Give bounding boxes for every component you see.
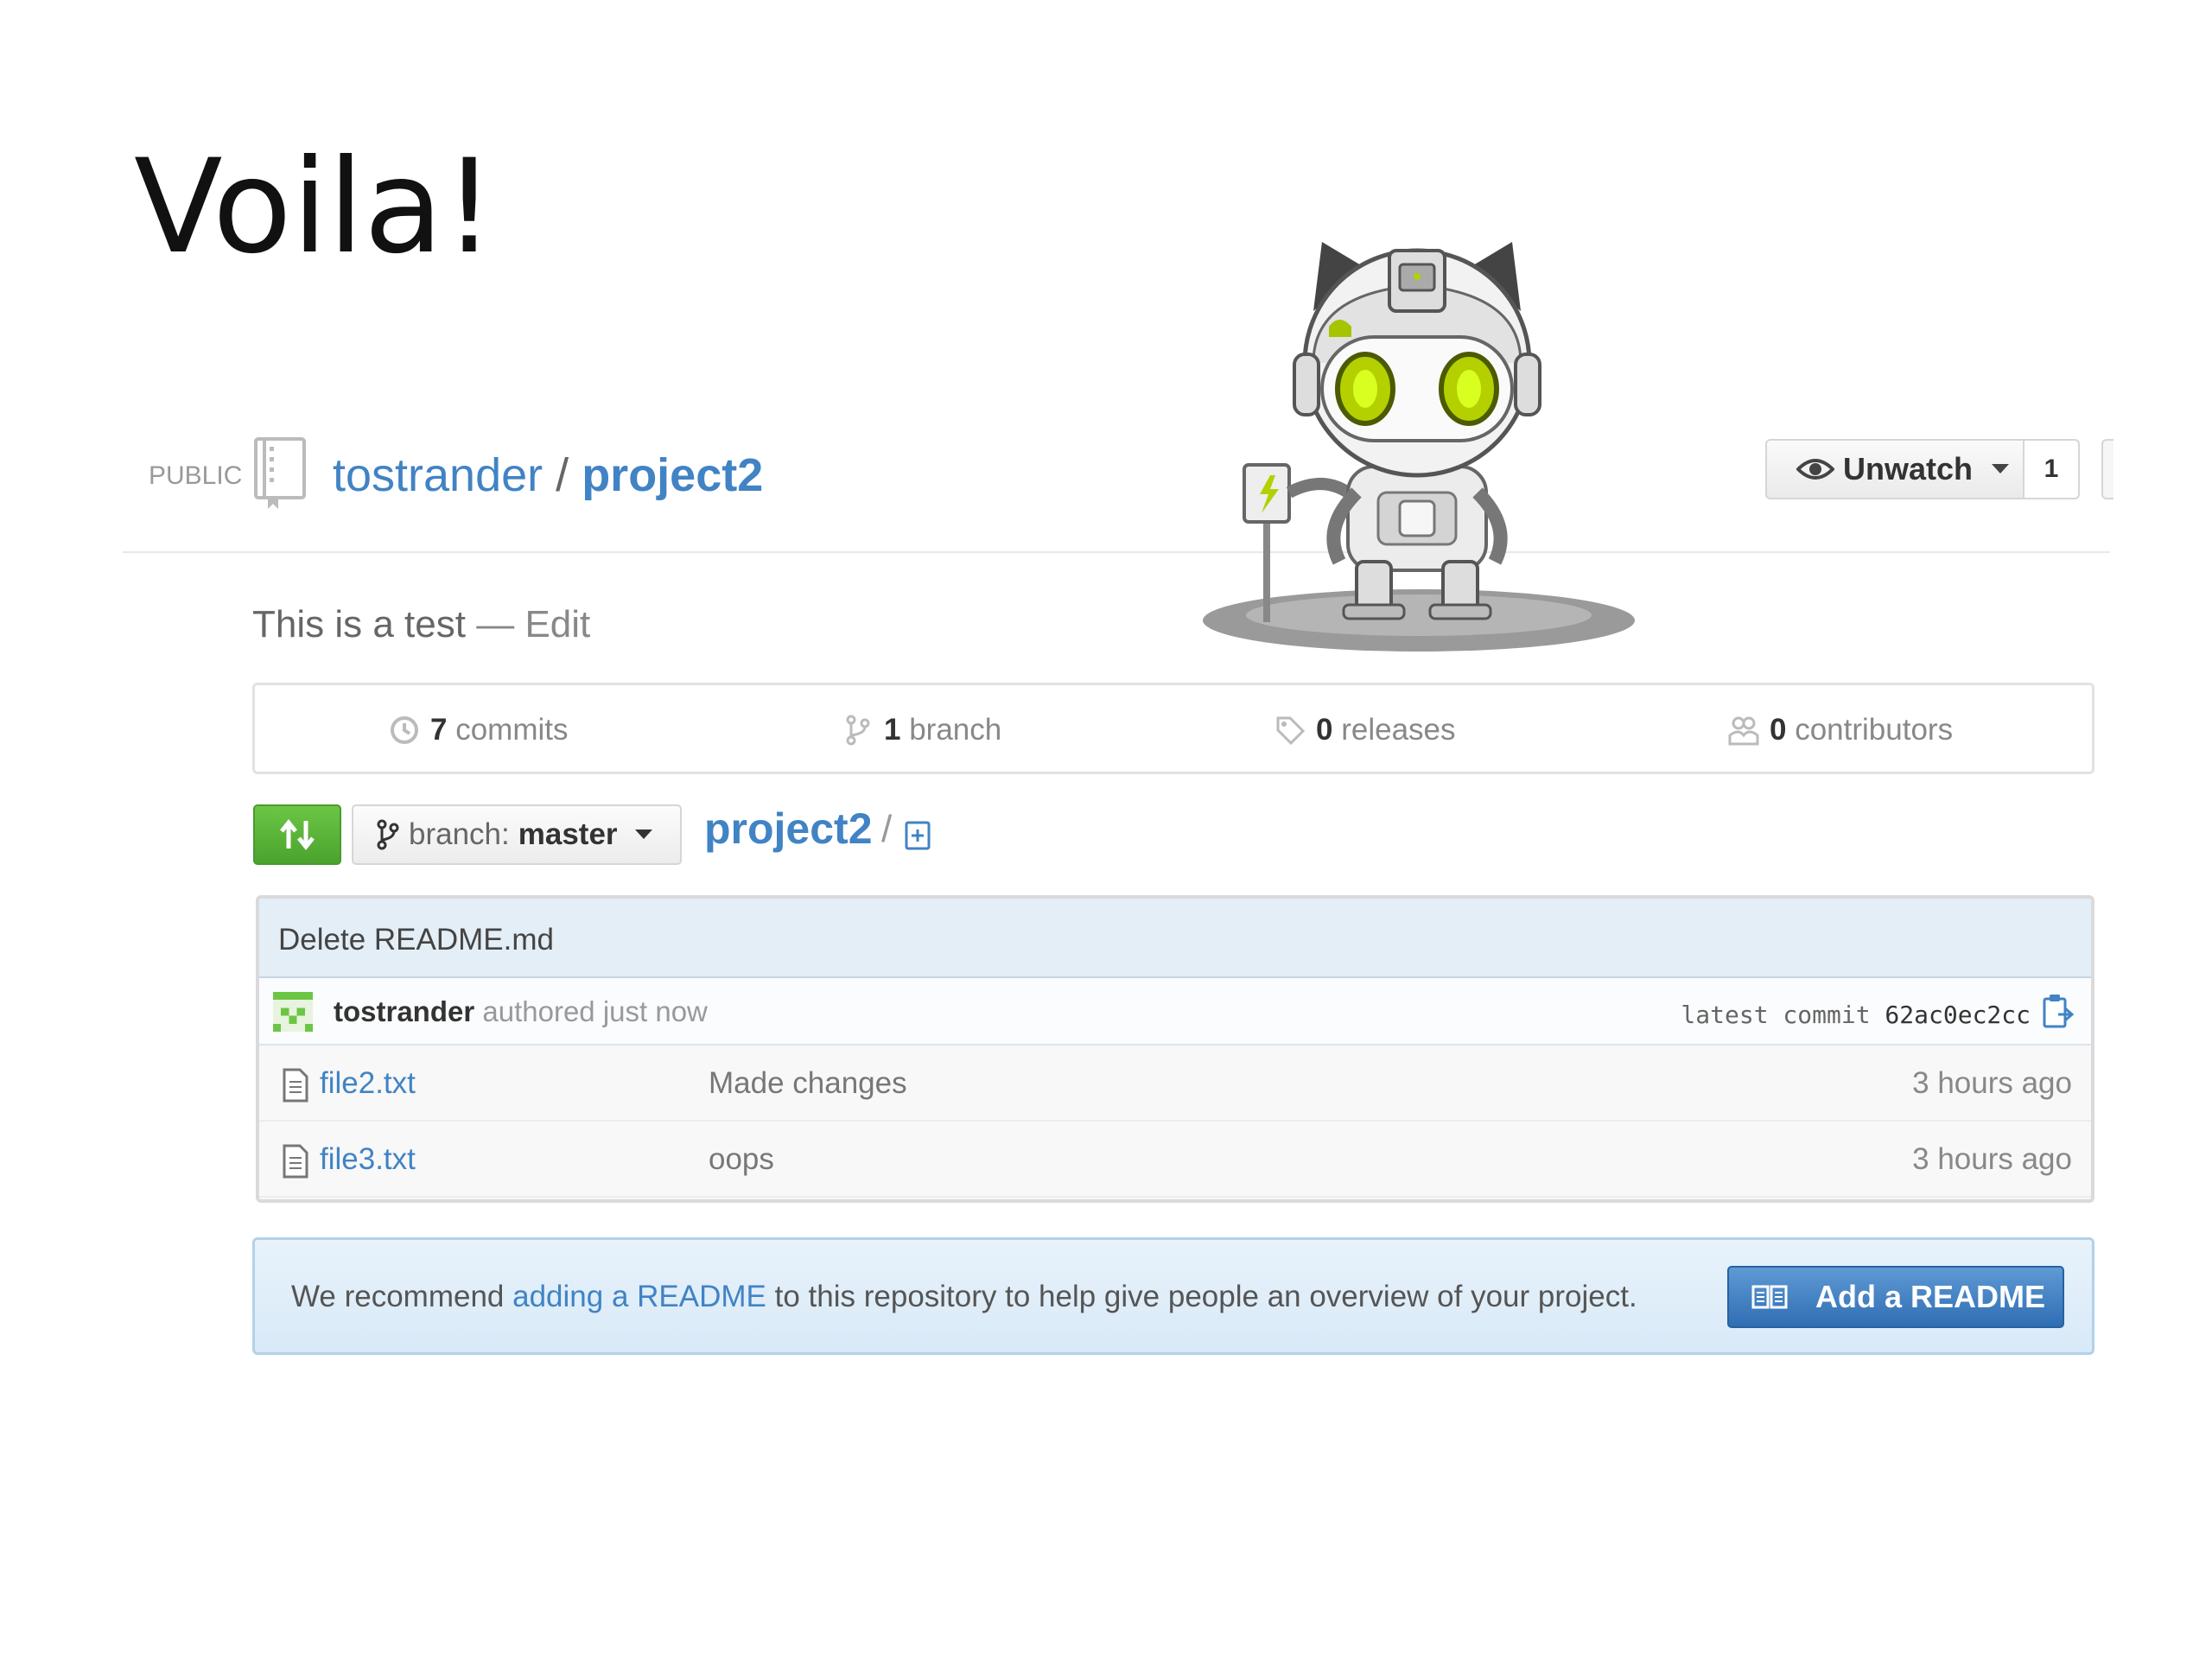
clipboard-icon[interactable] [2041, 992, 2074, 1030]
edit-description-link[interactable]: Edit [524, 603, 590, 645]
file-name-link[interactable]: file2.txt [320, 1066, 416, 1101]
compare-review-button[interactable] [253, 804, 341, 865]
branch-prefix: branch: [409, 817, 510, 851]
repo-path-separator: / [556, 449, 569, 501]
tag-icon [1276, 716, 1306, 746]
releases-count: 0 [1316, 713, 1333, 747]
repo-description: This is a test — Edit [252, 603, 590, 646]
unwatch-button[interactable]: Unwatch [1765, 439, 2024, 499]
path-root-link[interactable]: project2 [704, 804, 873, 854]
branches-stat[interactable]: 1 branch [842, 713, 1001, 747]
commits-label: commits [455, 713, 569, 747]
compare-icon [280, 818, 315, 851]
commit-author-line: tostrander authored just now [334, 995, 708, 1028]
commits-stat[interactable]: 7 commits [389, 713, 568, 747]
file-row: file3.txt oops 3 hours ago [259, 1122, 2091, 1198]
header-divider [123, 551, 2110, 553]
history-icon [391, 716, 418, 744]
releases-label: releases [1341, 713, 1456, 747]
latest-commit-title-row: Delete README.md [259, 899, 2091, 978]
avatar[interactable] [273, 992, 313, 1032]
caret-down-icon [1992, 464, 2010, 474]
star-button-edge[interactable] [2101, 439, 2113, 499]
commit-sha-link[interactable]: 62ac0ec2cc [1885, 1001, 2031, 1029]
description-dash: — [476, 603, 515, 645]
branch-icon [846, 715, 870, 746]
file-icon [283, 1144, 308, 1179]
visibility-label: PUBLIC [149, 461, 243, 490]
caret-down-icon [634, 830, 652, 839]
slide-title: Voila! [134, 132, 496, 283]
commit-author-link[interactable]: tostrander [334, 995, 474, 1027]
file-browser: Delete README.md tostrander authored jus… [256, 895, 2094, 1203]
latest-commit-label: latest commit [1681, 1001, 1871, 1029]
branch-icon [377, 819, 399, 850]
commits-count: 7 [430, 713, 448, 747]
repo-stats-bar: 7 commits 1 branch 0 releases 0 contribu… [252, 683, 2094, 774]
readme-recommendation-text: We recommend adding a README to this rep… [291, 1280, 1637, 1314]
authored-time: authored just now [482, 995, 708, 1027]
file-age: 3 hours ago [1912, 1066, 2072, 1100]
file-age: 3 hours ago [1912, 1142, 2072, 1176]
contributors-count: 0 [1770, 713, 1787, 747]
commit-message[interactable]: Delete README.md [278, 923, 554, 957]
people-icon [1728, 716, 1759, 746]
repo-owner-link[interactable]: tostrander [333, 449, 543, 501]
latest-commit-info: latest commit 62ac0ec2cc [1681, 1001, 2031, 1029]
eye-icon [1796, 459, 1834, 480]
repo-title: tostrander / project2 [333, 441, 763, 510]
path-separator: / [881, 808, 893, 850]
add-readme-button[interactable]: Add a README [1727, 1266, 2064, 1328]
watch-count[interactable]: 1 [2024, 439, 2080, 499]
plus-file-icon[interactable] [904, 821, 933, 850]
adding-readme-link[interactable]: adding a README [512, 1280, 766, 1313]
octocat-robot-illustration [1203, 242, 1635, 652]
branch-select[interactable]: branch: master [352, 804, 682, 865]
file-commit-message[interactable]: oops [709, 1142, 774, 1177]
branch-name: master [518, 817, 618, 851]
file-commit-message[interactable]: Made changes [709, 1066, 907, 1101]
file-name-link[interactable]: file3.txt [320, 1142, 416, 1177]
readme-text-prefix: We recommend [291, 1280, 505, 1313]
branches-count: 1 [884, 713, 901, 747]
readme-text-suffix: to this repository to help give people a… [774, 1280, 1637, 1313]
branches-label: branch [909, 713, 1002, 747]
contributors-stat[interactable]: 0 contributors [1728, 713, 1953, 747]
add-readme-label: Add a README [1815, 1279, 2046, 1314]
repo-name-link[interactable]: project2 [582, 449, 763, 501]
unwatch-label: Unwatch [1843, 451, 1974, 486]
readme-recommendation-banner: We recommend adding a README to this rep… [252, 1237, 2094, 1355]
description-text: This is a test [252, 603, 466, 645]
book-icon [1751, 1285, 1788, 1309]
file-row: file2.txt Made changes 3 hours ago [259, 1046, 2091, 1122]
releases-stat[interactable]: 0 releases [1274, 713, 1456, 747]
file-icon [283, 1068, 308, 1103]
repo-icon [254, 437, 306, 509]
contributors-label: contributors [1795, 713, 1954, 747]
latest-commit-meta-row: tostrander authored just now latest comm… [259, 978, 2091, 1046]
